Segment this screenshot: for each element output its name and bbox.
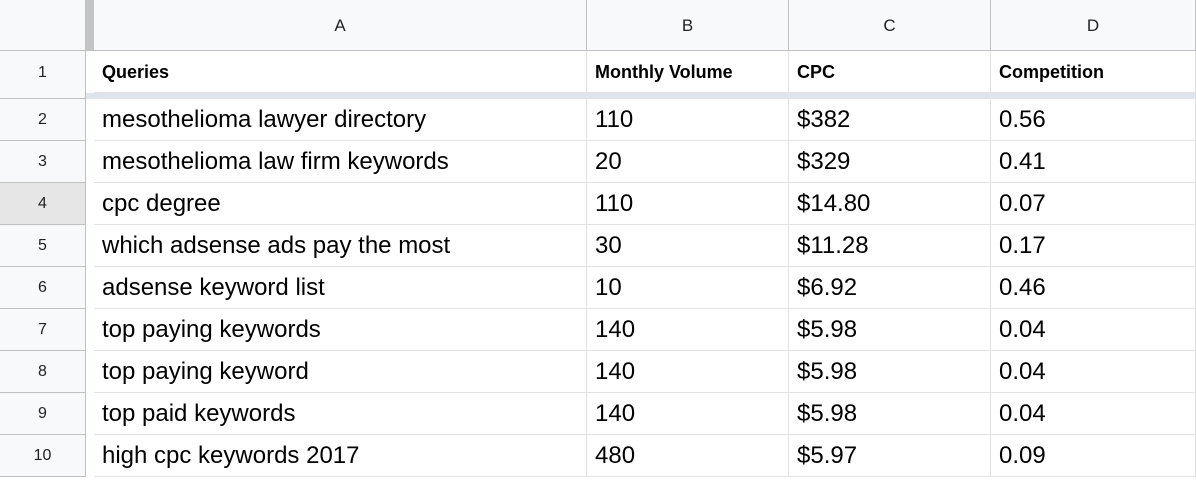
row-header-1[interactable]: 1: [0, 51, 86, 99]
row-header-3[interactable]: 3: [0, 141, 86, 183]
cell-c6[interactable]: $6.92: [789, 267, 991, 309]
row-header-8[interactable]: 8: [0, 351, 86, 393]
header-cell-c[interactable]: CPC: [789, 51, 991, 93]
cell-a8[interactable]: top paying keyword: [94, 351, 587, 393]
row-header-7[interactable]: 7: [0, 309, 86, 351]
cell-b3[interactable]: 20: [587, 141, 789, 183]
row-header-9[interactable]: 9: [0, 393, 86, 435]
cell-c4[interactable]: $14.80: [789, 183, 991, 225]
cell-b4[interactable]: 110: [587, 183, 789, 225]
cell-b5[interactable]: 30: [587, 225, 789, 267]
cell-c5[interactable]: $11.28: [789, 225, 991, 267]
row-header-2[interactable]: 2: [0, 99, 86, 141]
cell-c2[interactable]: $382: [789, 99, 991, 141]
cell-b7[interactable]: 140: [587, 309, 789, 351]
cell-d5[interactable]: 0.17: [991, 225, 1196, 267]
spreadsheet-grid: A B C D 1 Queries Monthly Volume CPC Competi…: [0, 0, 1196, 482]
cell-c7[interactable]: $5.98: [789, 309, 991, 351]
cell-b10[interactable]: 480: [587, 435, 789, 477]
cell-a7[interactable]: top paying keywords: [94, 309, 587, 351]
cell-c8[interactable]: $5.98: [789, 351, 991, 393]
cell-d6[interactable]: 0.46: [991, 267, 1196, 309]
cell-a9[interactable]: top paid keywords: [94, 393, 587, 435]
cell-d8[interactable]: 0.04: [991, 351, 1196, 393]
row-header-10[interactable]: 10: [0, 435, 86, 477]
cell-b8[interactable]: 140: [587, 351, 789, 393]
header-cell-a[interactable]: Queries: [94, 51, 587, 93]
cell-d7[interactable]: 0.04: [991, 309, 1196, 351]
row-header-4[interactable]: 4: [0, 183, 86, 225]
cell-b9[interactable]: 140: [587, 393, 789, 435]
cell-c9[interactable]: $5.98: [789, 393, 991, 435]
cell-a2[interactable]: mesothelioma lawyer directory: [94, 99, 587, 141]
cell-d9[interactable]: 0.04: [991, 393, 1196, 435]
header-cell-b[interactable]: Monthly Volume: [587, 51, 789, 93]
row-header-5[interactable]: 5: [0, 225, 86, 267]
cell-a3[interactable]: mesothelioma law firm keywords: [94, 141, 587, 183]
row-header-6[interactable]: 6: [0, 267, 86, 309]
cell-d4[interactable]: 0.07: [991, 183, 1196, 225]
cell-d2[interactable]: 0.56: [991, 99, 1196, 141]
column-header-d[interactable]: D: [991, 0, 1196, 50]
column-header-b[interactable]: B: [587, 0, 789, 50]
column-header-a[interactable]: A: [94, 0, 587, 50]
frozen-column-handle[interactable]: [86, 0, 94, 50]
cell-d10[interactable]: 0.09: [991, 435, 1196, 477]
header-cell-d[interactable]: Competition: [991, 51, 1196, 93]
cell-b2[interactable]: 110: [587, 99, 789, 141]
cell-a4[interactable]: cpc degree: [94, 183, 587, 225]
select-all-corner[interactable]: [0, 0, 86, 50]
cell-d3[interactable]: 0.41: [991, 141, 1196, 183]
cell-a5[interactable]: which adsense ads pay the most: [94, 225, 587, 267]
cell-a10[interactable]: high cpc keywords 2017: [94, 435, 587, 477]
cell-c10[interactable]: $5.97: [789, 435, 991, 477]
cell-a6[interactable]: adsense keyword list: [94, 267, 587, 309]
cell-b6[interactable]: 10: [587, 267, 789, 309]
column-header-c[interactable]: C: [789, 0, 991, 50]
cell-c3[interactable]: $329: [789, 141, 991, 183]
